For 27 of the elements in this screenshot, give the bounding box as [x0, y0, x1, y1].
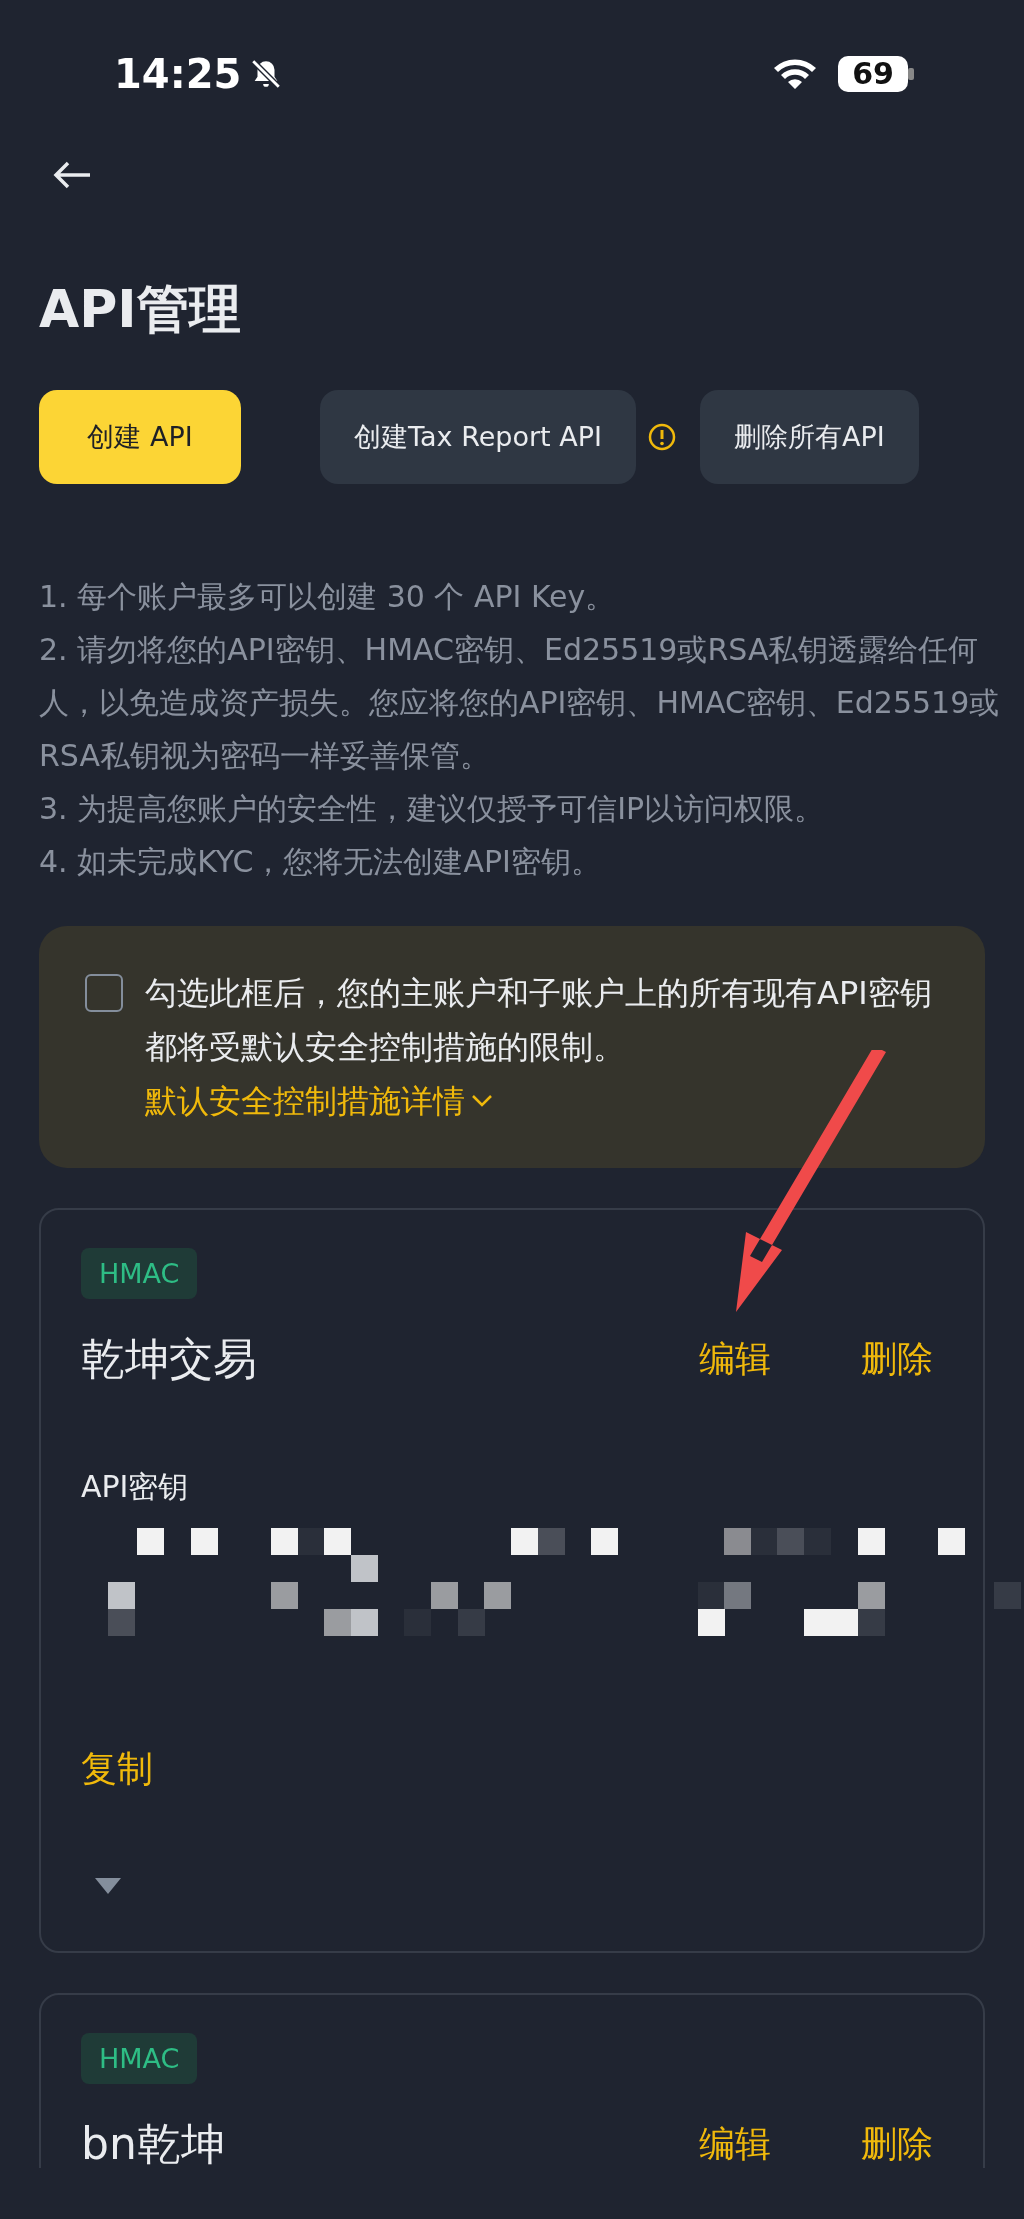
key-label: API密钥 — [81, 1468, 190, 1506]
key-name: bn乾坤 — [81, 2117, 226, 2168]
action-button[interactable]: 删除所有API — [699, 390, 919, 484]
status-time: 14:25 — [114, 51, 242, 97]
chevron-down-icon[interactable] — [471, 1094, 493, 1108]
details-link[interactable]: 默认安全控制措施详情 — [145, 1074, 493, 1128]
note-text: 3. 为提高您账户的安全性，建议仅授予可信IP以访问权限。 — [39, 790, 826, 828]
copy-link[interactable]: 复制 — [81, 1745, 153, 1794]
checkbox[interactable] — [85, 974, 123, 1012]
edit-link[interactable]: 编辑 — [699, 1335, 781, 1384]
edit-link[interactable]: 编辑 — [699, 2120, 781, 2168]
back-arrow-icon[interactable] — [52, 160, 92, 190]
key-name: 乾坤交易 — [81, 1332, 258, 1386]
delete-link[interactable]: 删除 — [861, 1335, 943, 1384]
note-text: 1. 每个账户最多可以创建 30 个 API Key。 — [39, 578, 617, 616]
action-button[interactable]: 创建Tax Report API — [320, 390, 636, 484]
delete-link[interactable]: 删除 — [861, 2120, 943, 2168]
key-type-badge: HMAC — [81, 2033, 198, 2084]
info-icon[interactable] — [647, 423, 676, 451]
note-text: 2. 请勿将您的API密钥、HMAC密钥、Ed25519或RSA私钥透露给任何人，以免造成资产损失。您应将您的API密钥、HMAC密钥、Ed25519或RSA私钥视为密码一样妥善保管。 — [39, 631, 1000, 775]
wifi-icon — [772, 57, 819, 91]
notice-text: 勾选此框后，您的主账户和子账户上的所有现有API密钥都将受默认安全控制措施的限制。 — [145, 973, 933, 1068]
key-type-badge: HMAC — [81, 1248, 198, 1299]
note-text: 4. 如未完成KYC，您将无法创建API密钥。 — [39, 843, 602, 881]
expand-caret-icon[interactable] — [95, 1878, 121, 1894]
create-api-button[interactable]: 创建 API — [39, 390, 241, 484]
page-title: API管理 — [39, 278, 242, 341]
